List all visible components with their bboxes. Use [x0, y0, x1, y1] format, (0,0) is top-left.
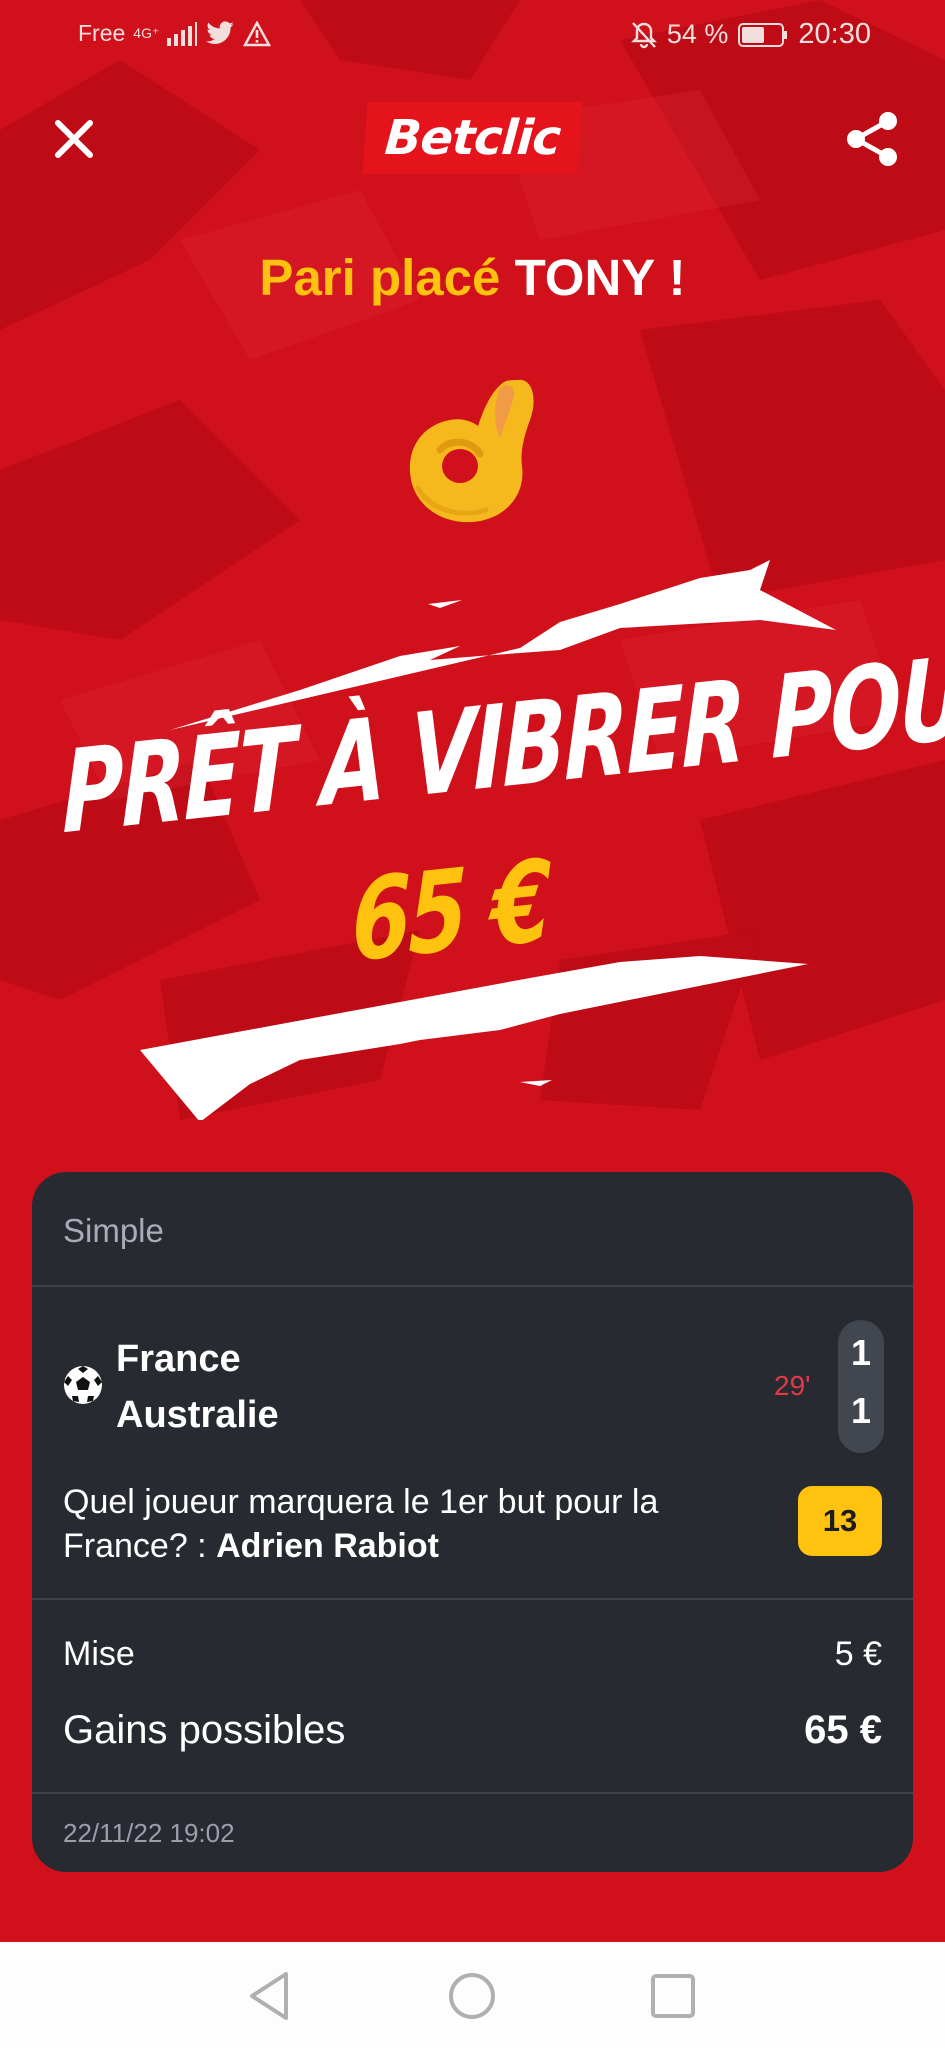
stake-value: 5 €: [834, 1635, 882, 1673]
soccer-ball-icon: [64, 1366, 102, 1404]
divider: [32, 1285, 913, 1287]
away-score: 1: [850, 1390, 872, 1431]
live-match-minute: 29': [774, 1370, 811, 1401]
potential-gain-label: Gains possibles: [63, 1708, 346, 1752]
status-bar: Free 4G⁺ 54 % 20:30: [0, 0, 945, 72]
bell-off-icon: [630, 21, 657, 48]
away-team-name: Australie: [116, 1394, 279, 1436]
carrier-name: Free: [78, 20, 126, 46]
clock: 20:30: [798, 18, 871, 50]
bet-placed-headline: Pari placé TONY !: [0, 248, 945, 307]
battery-icon: [738, 22, 788, 47]
headline-prefix: Pari placé: [259, 249, 501, 306]
battery-percent: 54 %: [666, 19, 729, 49]
warning-icon: [243, 20, 272, 46]
network-type: 4G⁺: [133, 25, 160, 41]
divider: [32, 1598, 913, 1600]
share-icon[interactable]: [844, 110, 900, 168]
bet-type-label: Simple: [63, 1212, 164, 1249]
bet-selection: Quel joueur marquera le 1er but pour la …: [63, 1480, 763, 1568]
status-left: Free 4G⁺: [78, 20, 272, 47]
bet-card: Simple France Australie 29' 1 1 Quel jou…: [32, 1172, 913, 1872]
headline-name: TONY !: [514, 249, 686, 306]
back-icon[interactable]: [240, 1966, 300, 2026]
potential-gain-value: 65 €: [804, 1708, 882, 1752]
bet-selection-player: Adrien Rabiot: [216, 1527, 439, 1565]
home-icon[interactable]: [442, 1966, 502, 2026]
odds-badge: 13: [798, 1486, 882, 1556]
recent-apps-icon[interactable]: [643, 1966, 703, 2026]
score-box: 1 1: [838, 1320, 884, 1453]
signal-icon: [167, 21, 198, 46]
bet-placed-timestamp: 22/11/22 19:02: [63, 1818, 235, 1848]
divider: [32, 1792, 913, 1794]
bet-confirmation-screen: Free 4G⁺ 54 % 20:30 Betclic Pari placé T…: [0, 0, 945, 2048]
system-nav-bar: [0, 1942, 945, 2048]
close-icon[interactable]: [50, 115, 98, 163]
ok-hand-icon: [409, 379, 534, 523]
betclic-logo: Betclic: [362, 102, 583, 174]
home-team-name: France: [116, 1338, 241, 1380]
status-right: 54 % 20:30: [630, 18, 871, 51]
stake-label: Mise: [63, 1635, 135, 1673]
home-score: 1: [850, 1332, 872, 1373]
twitter-icon: [206, 20, 235, 44]
